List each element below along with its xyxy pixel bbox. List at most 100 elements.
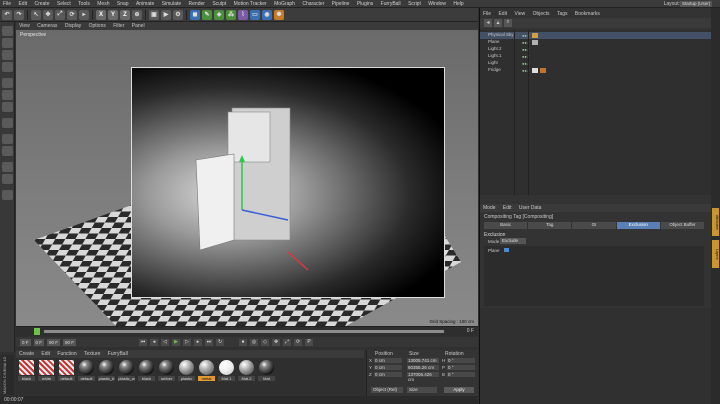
material-menu-furryball[interactable]: FurryBall [105,350,131,358]
menu-mograph[interactable]: MoGraph [271,0,298,8]
position-z-field[interactable]: 0 cm [374,372,402,377]
object-menu-objects[interactable]: Objects [530,10,553,18]
move-icon[interactable]: ✥ [43,9,53,20]
material-swatch[interactable]: Mat.1 [218,360,235,392]
object-menu-bookmarks[interactable]: Bookmarks [572,10,603,18]
material-swatch[interactable]: plastic_w [118,360,135,392]
redo-icon[interactable]: ↷ [14,9,24,20]
loop-icon[interactable]: ↻ [216,338,225,346]
menu-furryball[interactable]: FurryBall [378,0,404,8]
next-key-icon[interactable]: ▸ [194,338,203,346]
layout-select[interactable]: Startup (User) [680,1,712,7]
back-arrow-icon[interactable]: ◂ [484,19,492,27]
subdivision-icon[interactable]: ◈ [214,9,224,20]
material-swatch[interactable]: plastic_b [98,360,115,392]
object-menu-edit[interactable]: Edit [495,10,510,18]
position-y-field[interactable]: 0 cm [374,365,402,370]
render-view-icon[interactable]: ▣ [149,9,159,20]
object-menu-tags[interactable]: Tags [554,10,571,18]
menu-motion-tracker[interactable]: Motion Tracker [231,0,270,8]
attribute-menu-edit[interactable]: Edit [500,204,515,212]
tab-tag[interactable]: Tag [528,222,572,229]
column-divider[interactable] [528,30,529,195]
mode-select[interactable]: Exclude [500,238,526,244]
autokey-icon[interactable]: ◎ [250,338,259,346]
timeline-playhead[interactable] [34,328,40,335]
undo-icon[interactable]: ↶ [2,9,12,20]
size-x-field[interactable]: 13005.741 cm [407,358,439,363]
exclusion-list[interactable]: Plane [484,246,704,306]
tab-exclusion[interactable]: Exclusion [616,222,660,229]
timeline-track[interactable] [44,330,444,333]
end-frame-field[interactable]: 90 F [47,338,61,346]
previous-key-icon[interactable]: ◂ [150,338,159,346]
menu-plugins[interactable]: Plugins [354,0,376,8]
visibility-toggle[interactable]: ●●✓ [522,33,531,38]
lock-workplane-icon[interactable] [2,174,13,184]
material-swatch[interactable]: black [18,360,35,392]
tab-basic[interactable]: Basic [484,222,528,229]
pen-spline-icon[interactable]: ✎ [202,9,212,20]
viewport-menu-cameras[interactable]: Cameras [34,22,60,30]
menu-animate[interactable]: Animate [133,0,157,8]
size-z-field[interactable]: 137006.426 cm [407,372,439,382]
model-mode-icon[interactable] [2,38,13,48]
texture-mode-icon[interactable] [2,50,13,60]
viewport-menu-display[interactable]: Display [62,22,84,30]
visibility-toggle[interactable]: ●●✓ [522,40,531,45]
rotate-icon[interactable]: ⟳ [67,9,77,20]
tab-attributes[interactable]: Attributes [712,208,719,236]
move-key-icon[interactable]: ✥ [272,338,281,346]
coordinate-system-icon[interactable]: ⊕ [132,9,142,20]
edges-mode-icon[interactable] [2,90,13,100]
make-editable-icon[interactable] [2,26,13,36]
menu-tools[interactable]: Tools [75,0,93,8]
go-to-end-icon[interactable]: ⏭ [205,338,214,346]
param-key-icon[interactable]: P [305,338,314,346]
menu-create[interactable]: Create [31,0,52,8]
tweak-mode-icon[interactable] [2,134,13,144]
render-settings-icon[interactable]: ⚙ [173,9,183,20]
viewport-menu-filter[interactable]: Filter [110,22,127,30]
object-menu-view[interactable]: View [511,10,528,18]
render-picture-viewer-icon[interactable]: ▶ [161,9,171,20]
light-icon[interactable]: ✺ [274,9,284,20]
material-menu-create[interactable]: Create [16,350,37,358]
menu-window[interactable]: Window [425,0,449,8]
points-mode-icon[interactable] [2,78,13,88]
material-menu-edit[interactable]: Edit [38,350,53,358]
texture-tag-icon[interactable] [540,68,546,73]
max-frame-field[interactable]: 90 F [63,338,77,346]
viewport-menu-panel[interactable]: Panel [129,22,148,30]
visibility-toggle[interactable]: ●●✓ [522,54,531,59]
up-arrow-icon[interactable]: ▴ [494,19,502,27]
viewport-menu-view[interactable]: View [16,22,33,30]
attribute-menu-mode[interactable]: Mode [480,204,499,212]
record-icon[interactable]: ● [239,338,248,346]
solo-mode-icon[interactable] [2,190,13,200]
deformer-icon[interactable]: ⌇ [238,9,248,20]
workplane-icon[interactable] [2,162,13,172]
z-axis-button[interactable]: Z [120,9,130,20]
tab-layers[interactable]: Layers [712,240,719,268]
menu-snap[interactable]: Snap [114,0,132,8]
material-swatch-selected[interactable]: metal [198,360,215,392]
visibility-toggle[interactable]: ●●✓ [522,61,531,66]
exclusion-list-item[interactable]: Plane [488,248,509,253]
y-axis-button[interactable]: Y [108,9,118,20]
material-swatch[interactable]: default [58,360,75,392]
next-frame-icon[interactable]: ▷ [183,338,192,346]
keyframe-selection-icon[interactable]: ◇ [261,338,270,346]
rotation-b-field[interactable]: 0 ° [447,372,475,377]
floor-icon[interactable]: ▭ [250,9,260,20]
go-to-start-icon[interactable]: ⏮ [139,338,148,346]
coordinate-mode-select[interactable]: Object (Rel) [371,387,403,393]
array-icon[interactable]: ⁂ [226,9,236,20]
3d-viewport[interactable]: Perspective Grid Spacing : 100 cm [16,30,478,326]
menu-simulate[interactable]: Simulate [159,0,184,8]
scale-icon[interactable]: ⤢ [55,9,65,20]
axis-mode-icon[interactable] [2,118,13,128]
size-y-field[interactable]: 60355.26 cm [407,365,439,370]
sky-tag-icon[interactable] [532,33,538,38]
recent-tools-icon[interactable]: ▸ [79,9,89,20]
